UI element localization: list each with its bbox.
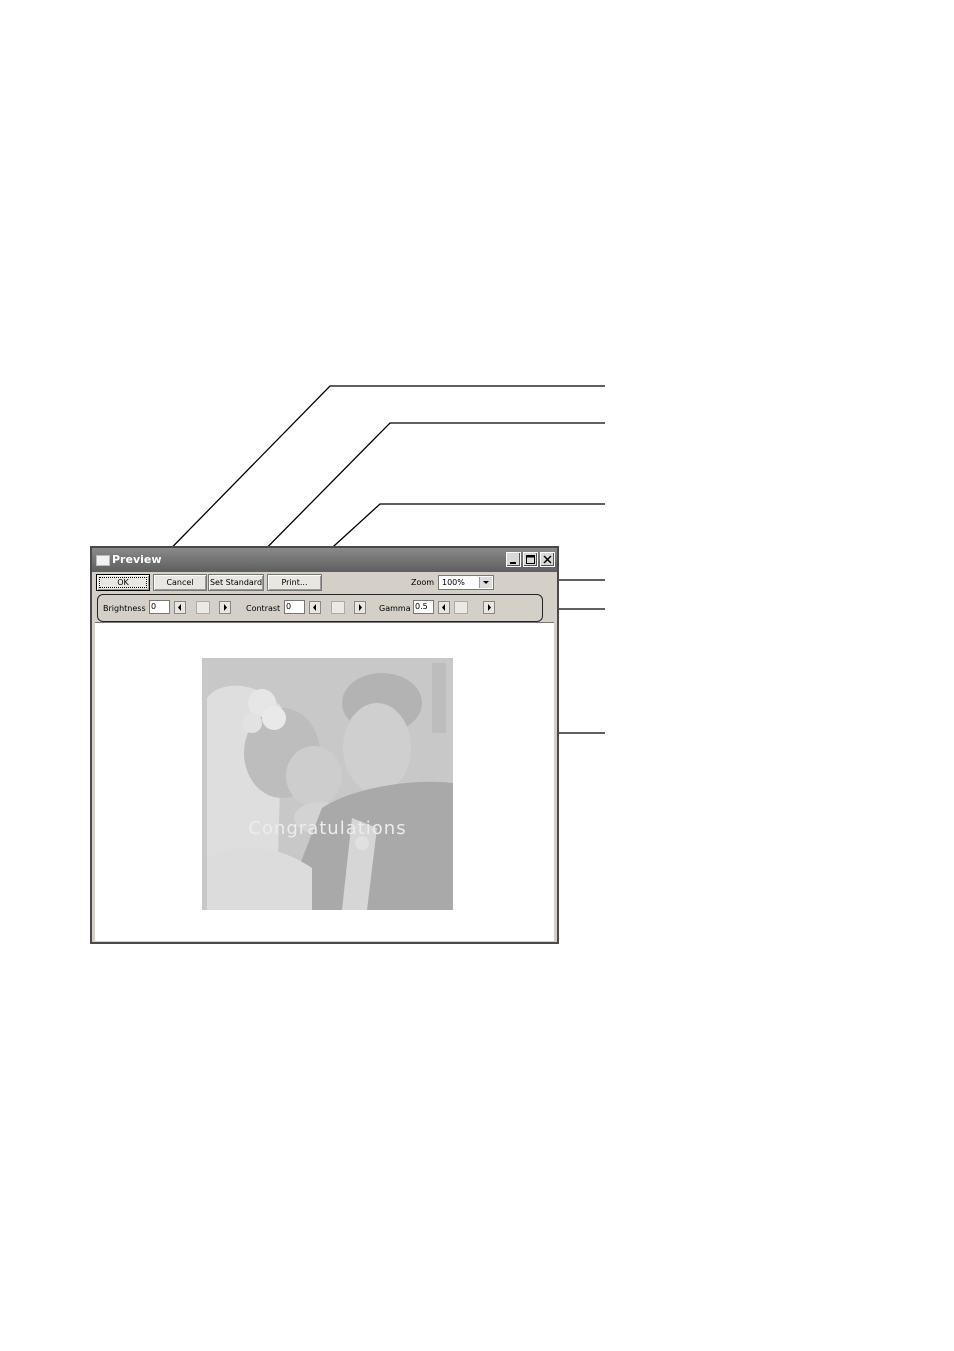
toolbar: OK Cancel Set Standard Print... Zoom 100… [92,572,557,592]
print-button[interactable]: Print... [267,574,322,591]
contrast-label: Contrast [246,604,281,613]
title-bar[interactable]: Preview [92,548,557,572]
ok-button-label: OK [99,577,147,588]
brightness-left-arrow-icon[interactable] [174,601,186,614]
zoom-label: Zoom [411,578,435,587]
window-icon [96,555,110,566]
zoom-value: 100% [442,578,465,587]
cancel-button[interactable]: Cancel [153,574,207,591]
preview-window: Preview OK Cancel Set Standard Print... … [90,546,559,944]
maximize-icon[interactable] [523,552,538,567]
brightness-field[interactable]: 0 [149,600,170,614]
gamma-slider-thumb[interactable] [454,601,468,614]
contrast-right-arrow-icon[interactable] [354,601,366,614]
brightness-slider-thumb[interactable] [196,601,210,614]
brightness-label: Brightness [103,604,146,613]
contrast-slider-thumb[interactable] [331,601,345,614]
chevron-down-icon[interactable] [479,577,492,588]
window-title: Preview [112,553,162,566]
gamma-right-arrow-icon[interactable] [483,601,495,614]
adjustment-bar: Brightness 0 Contrast 0 Gamma 0.5 [97,594,543,622]
preview-photo: Congratulations [202,658,453,910]
brightness-right-arrow-icon[interactable] [219,601,231,614]
close-icon[interactable] [540,552,555,567]
photo-caption: Congratulations [248,818,407,839]
set-standard-button[interactable]: Set Standard [208,574,264,591]
gamma-field[interactable]: 0.5 [413,600,434,614]
gamma-label: Gamma [379,604,411,613]
contrast-left-arrow-icon[interactable] [309,601,321,614]
minimize-icon[interactable] [506,552,521,567]
wedding-photo-image [202,658,453,910]
gamma-left-arrow-icon[interactable] [438,601,450,614]
preview-area[interactable]: Congratulations [95,622,554,941]
ok-button[interactable]: OK [96,574,150,591]
zoom-select[interactable]: 100% [438,575,494,590]
contrast-field[interactable]: 0 [284,600,305,614]
